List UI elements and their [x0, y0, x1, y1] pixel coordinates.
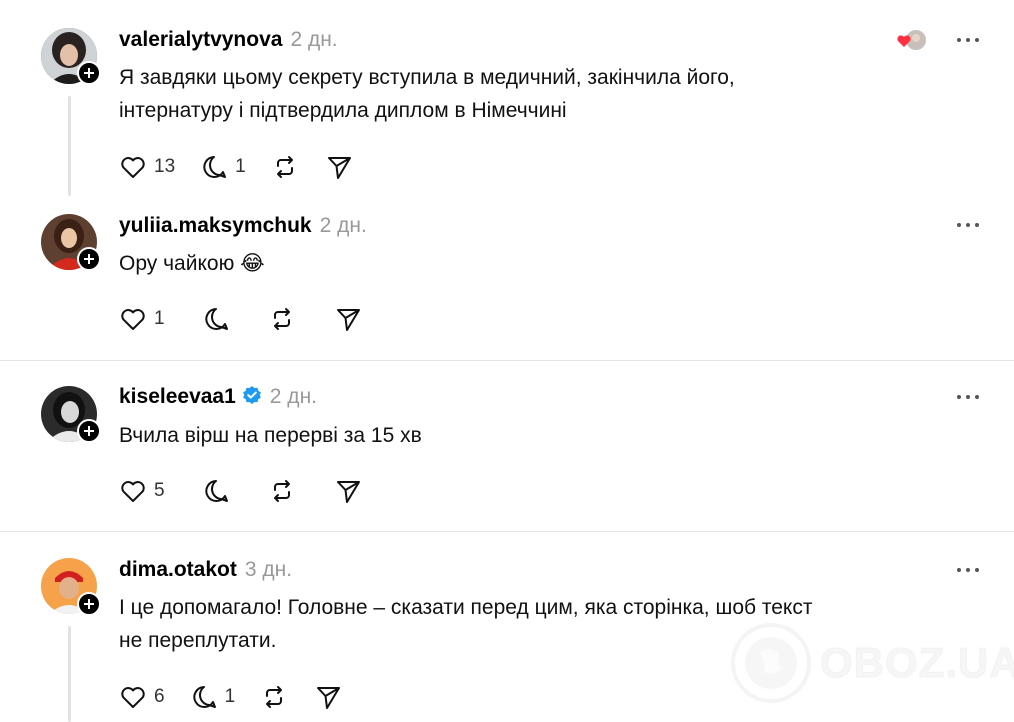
repost-button[interactable]: [267, 304, 297, 334]
timestamp: 2 дн.: [290, 28, 338, 51]
username[interactable]: yuliia.maksymchuk 2 дн.: [119, 214, 367, 238]
repost-icon: [273, 480, 290, 502]
more-options-button[interactable]: [957, 222, 979, 228]
comment-icon: [204, 480, 228, 502]
reply-button[interactable]: [201, 476, 231, 506]
more-options-button[interactable]: [957, 567, 979, 573]
username[interactable]: valerialytvynova 2 дн.: [119, 28, 338, 52]
repost-button[interactable]: [267, 476, 297, 506]
follow-button[interactable]: [77, 247, 101, 271]
like-button[interactable]: 13: [118, 152, 175, 182]
heart-icon: [121, 157, 145, 178]
more-options-button[interactable]: [957, 394, 979, 400]
repost-icon: [266, 686, 283, 708]
send-icon: [317, 687, 341, 709]
username[interactable]: dima.otakot 3 дн.: [119, 558, 292, 582]
action-bar: 6 1: [118, 682, 367, 712]
action-bar: 1: [118, 304, 387, 334]
action-bar: 5: [118, 476, 387, 506]
share-button[interactable]: [324, 152, 354, 182]
timestamp: 2 дн.: [319, 214, 367, 237]
username[interactable]: kiseleevaa1 2 дн.: [119, 385, 317, 409]
comment-text: Вчила вірш на перерві за 15 хв: [119, 424, 422, 447]
reply-button[interactable]: 1: [189, 682, 236, 712]
divider: [0, 360, 1014, 361]
comment-text: Ору чайкою 😂: [119, 252, 265, 275]
repost-button[interactable]: [270, 152, 300, 182]
thread-line: [68, 96, 71, 196]
follow-button[interactable]: [77, 592, 101, 616]
repost-button[interactable]: [259, 682, 289, 712]
watermark-text: OBOZ.UA: [820, 639, 1014, 687]
watermark: OBOZ.UA: [730, 622, 1014, 704]
timestamp: 2 дн.: [269, 385, 317, 408]
comment-text: Я завдяки цьому секрету вступила в медич…: [119, 66, 735, 122]
like-count: 13: [154, 156, 176, 177]
timestamp: 3 дн.: [244, 558, 293, 581]
like-count: 6: [154, 686, 165, 707]
reply-button[interactable]: [201, 304, 231, 334]
send-icon: [336, 309, 360, 331]
reply-reactors[interactable]: [896, 28, 928, 52]
comment-icon: [203, 156, 227, 178]
send-icon: [327, 157, 351, 179]
heart-icon: [121, 481, 145, 502]
share-button[interactable]: [333, 304, 363, 334]
comment-text: І це допомагало! Головне – сказати перед…: [119, 596, 813, 652]
action-bar: 13 1: [118, 152, 378, 182]
comment-icon: [204, 308, 228, 330]
share-button[interactable]: [333, 476, 363, 506]
globe-logo-icon: [731, 623, 811, 703]
repost-icon: [276, 156, 293, 178]
like-button[interactable]: 5: [118, 476, 165, 506]
send-icon: [336, 481, 360, 503]
like-button[interactable]: 1: [118, 304, 165, 334]
follow-button[interactable]: [77, 419, 101, 443]
share-button[interactable]: [313, 682, 343, 712]
like-count: 5: [154, 480, 165, 501]
follow-button[interactable]: [77, 61, 101, 85]
heart-icon: [121, 687, 145, 708]
comment-icon: [192, 686, 216, 708]
reply-button[interactable]: 1: [199, 152, 246, 182]
thread-line: [68, 626, 71, 722]
reply-count: 1: [224, 686, 236, 707]
like-count: 1: [154, 308, 165, 329]
repost-icon: [273, 308, 290, 330]
verified-badge-icon: [242, 386, 261, 404]
like-button[interactable]: 6: [118, 682, 165, 712]
heart-icon: [121, 309, 145, 330]
reply-count: 1: [235, 156, 246, 177]
divider: [0, 531, 1014, 532]
more-options-button[interactable]: [957, 37, 979, 43]
